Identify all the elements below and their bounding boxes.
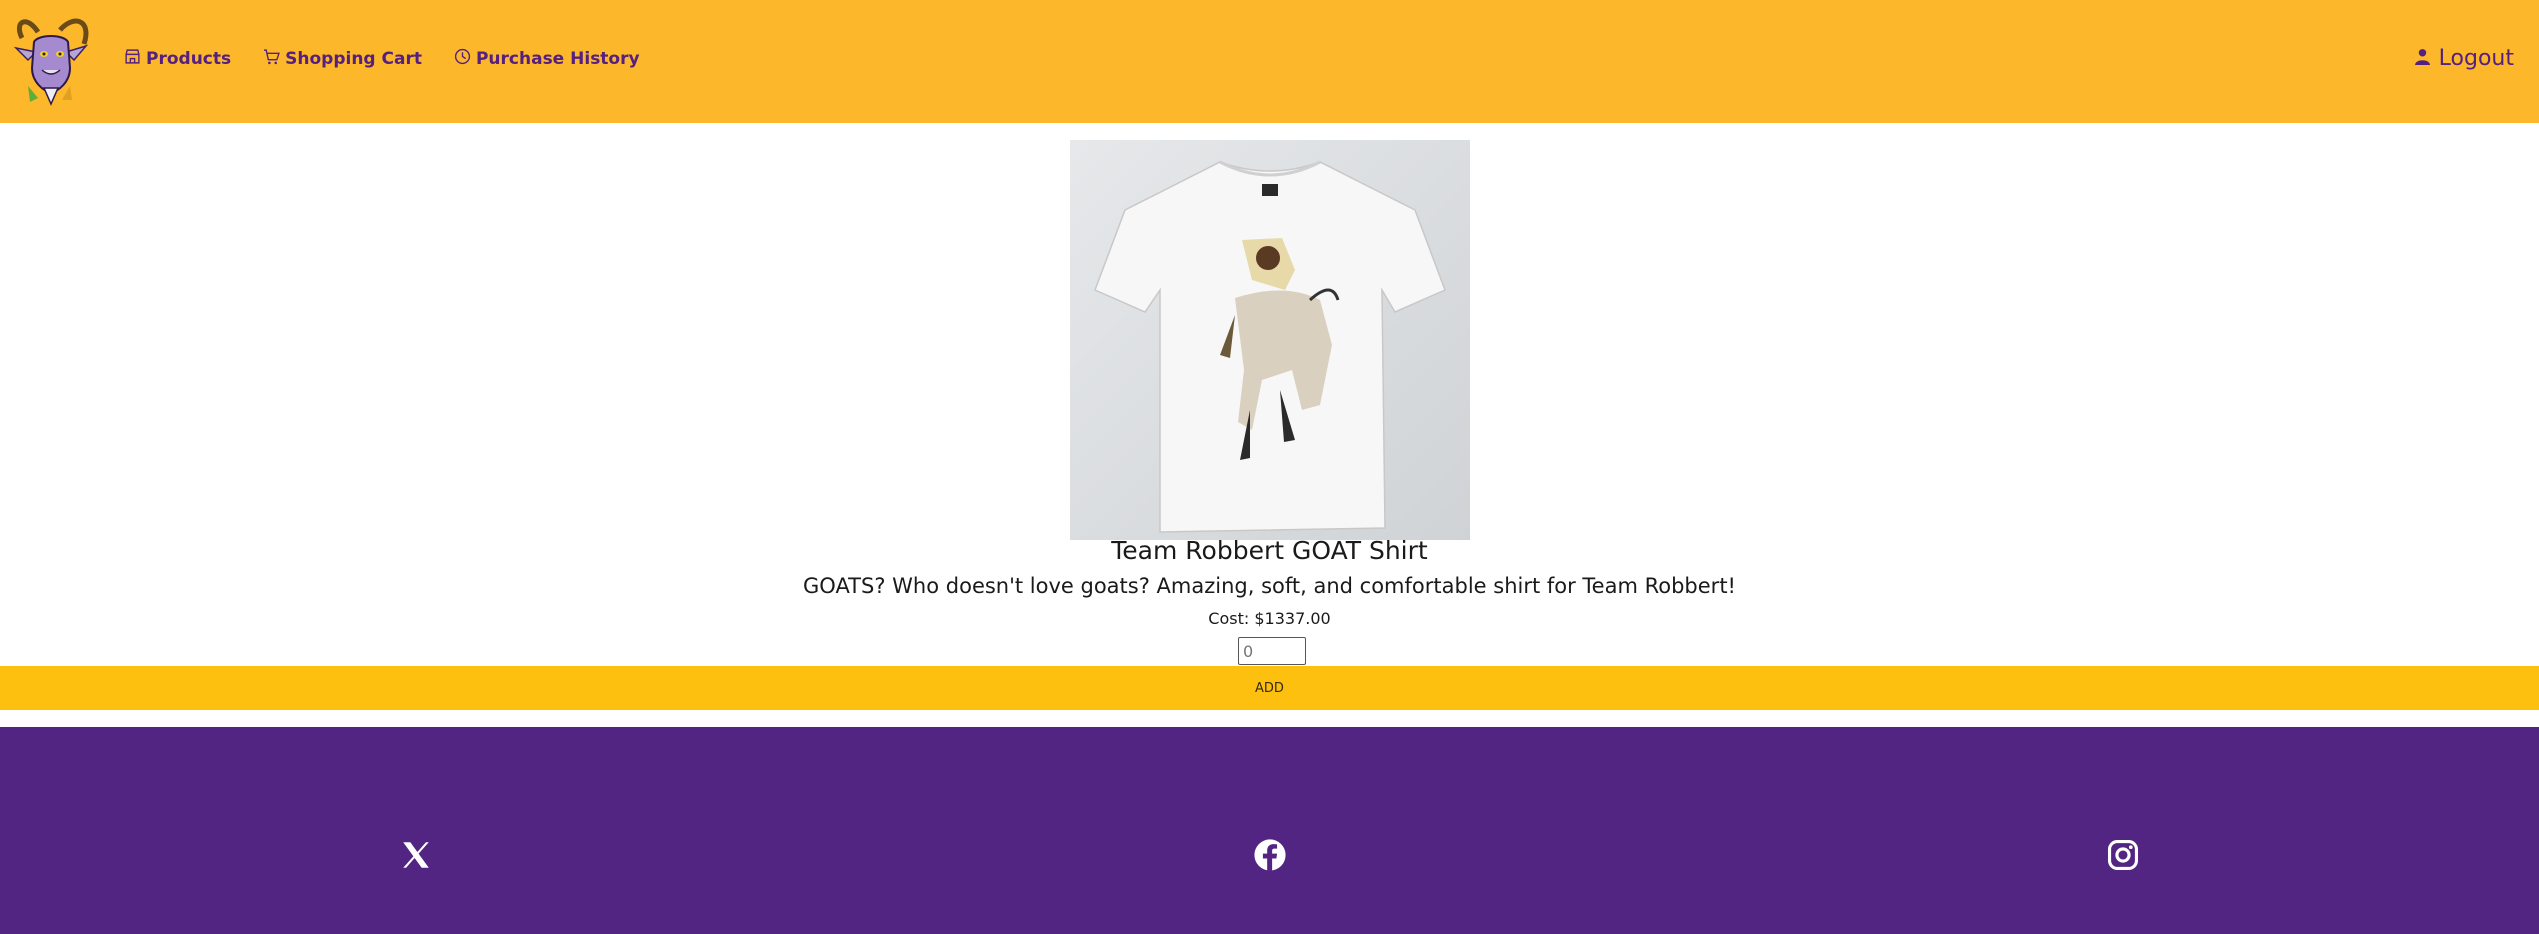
store-icon xyxy=(124,48,141,70)
nav-products[interactable]: Products xyxy=(124,48,231,70)
user-icon xyxy=(2414,46,2431,71)
quantity-input[interactable] xyxy=(1238,637,1306,665)
add-to-cart-button[interactable]: ADD xyxy=(0,666,2539,710)
facebook-icon[interactable] xyxy=(1253,838,1287,872)
product-description: GOATS? Who doesn't love goats? Amazing, … xyxy=(803,574,1736,598)
clock-icon xyxy=(454,48,471,70)
logout-button[interactable]: Logout xyxy=(2414,46,2514,71)
main-nav: Products Shopping Cart Purchase History xyxy=(124,48,640,70)
nav-shopping-cart-label: Shopping Cart xyxy=(285,49,422,69)
product-image xyxy=(1070,140,1470,540)
nav-purchase-history[interactable]: Purchase History xyxy=(454,48,640,70)
nav-products-label: Products xyxy=(146,49,232,69)
logout-label: Logout xyxy=(2438,46,2514,71)
goat-logo[interactable] xyxy=(8,12,94,108)
instagram-icon[interactable] xyxy=(2106,838,2140,872)
footer xyxy=(0,727,2539,934)
header: Products Shopping Cart Purchase History … xyxy=(0,0,2539,123)
nav-purchase-history-label: Purchase History xyxy=(475,49,640,69)
cart-icon xyxy=(263,48,281,70)
x-icon[interactable] xyxy=(399,838,433,872)
nav-shopping-cart[interactable]: Shopping Cart xyxy=(263,48,422,70)
product-title: Team Robbert GOAT Shirt xyxy=(1111,536,1428,565)
product-cost: Cost: $1337.00 xyxy=(1208,609,1331,628)
